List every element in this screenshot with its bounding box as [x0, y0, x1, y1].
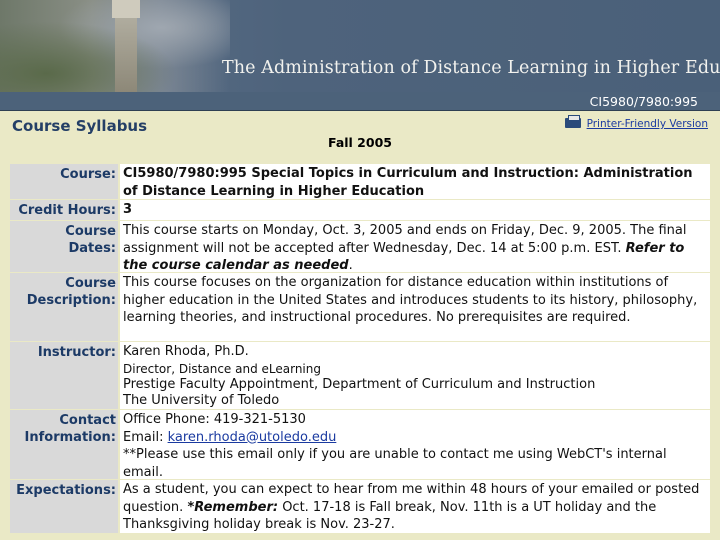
contact-label-line2: Information:: [24, 430, 116, 445]
course-description-value: This course focuses on the organization …: [120, 273, 710, 341]
expectations-label: Expectations:: [10, 480, 118, 533]
printer-friendly-label[interactable]: Printer-Friendly Version: [587, 118, 708, 130]
row-course-dates: Course Dates: This course starts on Mond…: [10, 220, 710, 273]
contact-email-prefix: Email:: [123, 429, 168, 445]
expectations-value: As a student, you can expect to hear fro…: [120, 480, 710, 533]
term-label: Fall 2005: [328, 135, 392, 150]
course-code-strip: CI5980/7980:995: [0, 92, 720, 111]
course-dates-label-line1: Course: [65, 224, 116, 239]
row-credit-hours: Credit Hours: 3: [10, 199, 710, 220]
instructor-value: Karen Rhoda, Ph.D. Director, Distance an…: [120, 342, 710, 409]
course-dates-label-line2: Dates:: [68, 241, 116, 256]
credit-hours-value: 3: [120, 200, 710, 220]
page-title: Course Syllabus: [12, 117, 148, 135]
course-dates-label: Course Dates:: [10, 221, 118, 272]
printer-friendly-link[interactable]: Printer-Friendly Version: [564, 115, 708, 130]
course-description-label-line2: Description:: [26, 293, 116, 308]
contact-note: **Please use this email only if you are …: [123, 447, 667, 480]
course-description-label: Course Description:: [10, 273, 118, 341]
course-dates-value: This course starts on Monday, Oct. 3, 20…: [120, 221, 710, 273]
course-dates-end: .: [348, 258, 353, 273]
expectations-emphasis: *Remember:: [187, 499, 279, 515]
course-value: CI5980/7980:995 Special Topics in Curric…: [120, 164, 710, 199]
row-contact: Contact Information: Office Phone: 419-3…: [10, 409, 710, 480]
syllabus-table: Course: CI5980/7980:995 Special Topics i…: [10, 163, 710, 533]
contact-label: Contact Information:: [10, 410, 118, 479]
instructor-appointment: Prestige Faculty Appointment, Department…: [123, 376, 596, 392]
instructor-university: The University of Toledo: [123, 392, 280, 408]
site-title: The Administration of Distance Learning …: [222, 58, 720, 78]
row-instructor: Instructor: Karen Rhoda, Ph.D. Director,…: [10, 341, 710, 409]
course-dates-text: This course starts on Monday, Oct. 3, 20…: [123, 223, 687, 256]
printer-icon[interactable]: [564, 115, 581, 128]
row-course-description: Course Description: This course focuses …: [10, 272, 710, 341]
course-label: Course:: [10, 164, 118, 199]
row-course: Course: CI5980/7980:995 Special Topics i…: [10, 163, 710, 199]
instructor-title: Director, Distance and eLearning: [123, 361, 321, 376]
contact-email-line: Email: karen.rhoda@utoledo.edu: [123, 429, 707, 447]
email-link[interactable]: karen.rhoda@utoledo.edu: [168, 430, 337, 445]
row-expectations: Expectations: As a student, you can expe…: [10, 479, 710, 533]
tower-top-image: [112, 0, 140, 18]
course-description-label-line1: Course: [65, 276, 116, 291]
credit-hours-label: Credit Hours:: [10, 200, 118, 220]
contact-label-line1: Contact: [59, 413, 116, 428]
contact-value: Office Phone: 419-321-5130 Email: karen.…: [120, 410, 710, 480]
contact-phone: Office Phone: 419-321-5130: [123, 412, 306, 427]
instructor-label: Instructor:: [10, 342, 118, 409]
header-banner: The Administration of Distance Learning …: [0, 0, 720, 92]
course-code: CI5980/7980:995: [589, 94, 698, 109]
instructor-name: Karen Rhoda, Ph.D.: [123, 344, 249, 359]
